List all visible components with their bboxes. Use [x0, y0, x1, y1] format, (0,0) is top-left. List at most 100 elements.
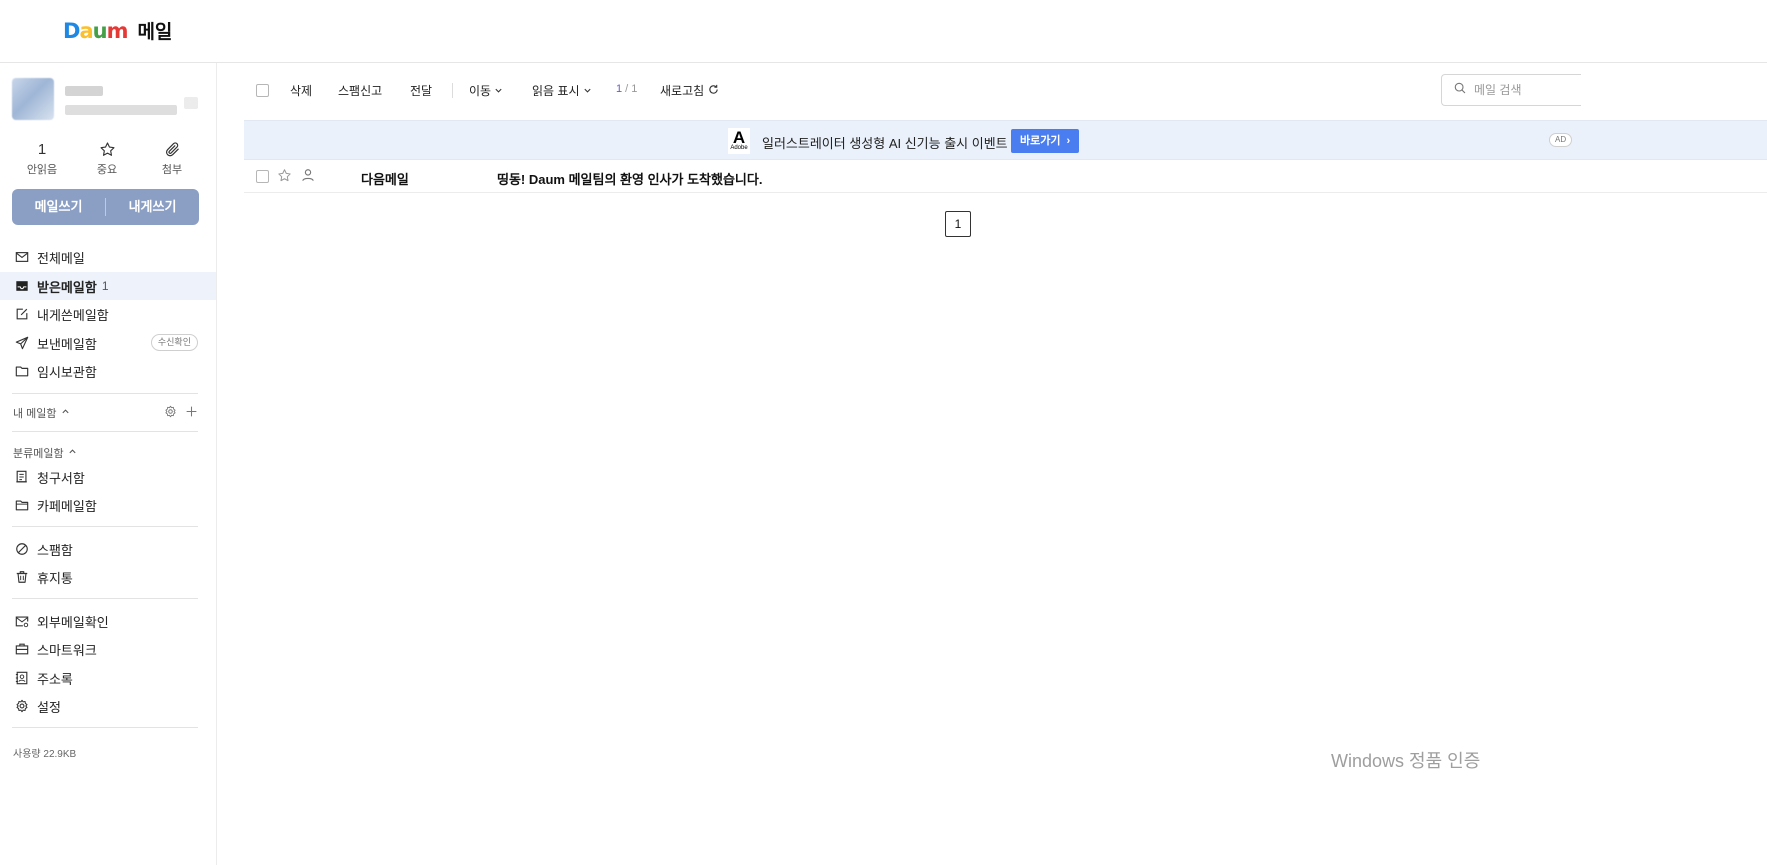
- trash-icon: [14, 569, 30, 585]
- sidebar-item-label: 내게쓴메일함: [37, 307, 109, 323]
- storage-usage: 사용량 22.9KB: [13, 749, 77, 760]
- ad-tag[interactable]: AD: [1549, 133, 1573, 147]
- write-to-self-button[interactable]: 내게쓰기: [106, 189, 199, 225]
- top-bar: Daum 메일: [0, 0, 1767, 63]
- sidebar-item-label: 카페메일함: [37, 498, 97, 514]
- chevron-right-icon: ›: [1066, 135, 1071, 147]
- page-total: 1: [631, 83, 638, 95]
- sidebar-item-bills[interactable]: 청구서함: [0, 463, 216, 491]
- quick-important[interactable]: 중요: [77, 141, 137, 181]
- star-icon[interactable]: [277, 168, 292, 188]
- mail-subject[interactable]: 띵동! Daum 메일팀의 환영 인사가 도착했습니다.: [497, 169, 762, 188]
- adobe-logo-letter: A: [732, 128, 746, 147]
- send-icon: [14, 335, 30, 351]
- quick-unread-label: 안읽음: [26, 164, 58, 176]
- ban-icon: [14, 541, 30, 557]
- my-mailbox-tools: [164, 405, 198, 423]
- app-title: 메일: [137, 22, 173, 43]
- sidebar-item-label: 받은메일함: [37, 279, 97, 295]
- sidebar-item-address-book[interactable]: 주소록: [0, 664, 216, 692]
- sidebar-item-label: 청구서함: [37, 470, 85, 486]
- my-mailbox-label: 내 메일함: [13, 408, 57, 420]
- sidebar-item-label: 주소록: [37, 671, 73, 687]
- refresh-button[interactable]: 새로고침: [660, 82, 719, 99]
- quick-filters: 1 안읽음 중요 첨부: [12, 141, 202, 181]
- envelope-icon: [14, 249, 30, 265]
- select-all-checkbox[interactable]: [256, 84, 269, 97]
- sidebar-item-label: 스팸함: [37, 542, 73, 558]
- add-mailbox-plus-icon[interactable]: [185, 405, 198, 423]
- chevron-down-icon: [583, 84, 592, 98]
- paperclip-icon: [142, 141, 202, 158]
- folder-icon: [14, 363, 30, 379]
- sidebar-item-external-mail[interactable]: 외부메일확인: [0, 607, 216, 635]
- sidebar-item-label: 휴지통: [37, 570, 73, 586]
- daum-logo[interactable]: Daum 메일: [63, 17, 172, 44]
- adobe-logo-text: Adobe: [730, 145, 748, 151]
- folder-icon: [14, 497, 30, 513]
- quick-unread[interactable]: 1 안읽음: [12, 141, 72, 181]
- avatar[interactable]: [12, 78, 54, 120]
- sidebar-item-self-mail[interactable]: 내게쓴메일함: [0, 300, 216, 328]
- sidebar-item-trash[interactable]: 휴지통: [0, 563, 216, 591]
- ad-go-label: 바로가기: [1020, 135, 1061, 147]
- sidebar-item-cafe-mail[interactable]: 카페메일함: [0, 491, 216, 519]
- search-input[interactable]: [1474, 83, 1574, 97]
- forward-button[interactable]: 전달: [410, 82, 432, 99]
- pagination-page-1[interactable]: 1: [945, 211, 971, 237]
- sidebar-item-inbox[interactable]: 받은메일함 1: [0, 272, 216, 300]
- mail-list-row[interactable]: 다음메일 띵동! Daum 메일팀의 환영 인사가 도착했습니다.: [244, 160, 1767, 193]
- ad-text[interactable]: 일러스트레이터 생성형 AI 신기능 출시 이벤트: [762, 133, 1008, 152]
- mail-sender: 다음메일: [361, 172, 409, 187]
- sidebar-divider: [12, 393, 198, 394]
- mark-read-dropdown[interactable]: 읽음 표시: [532, 82, 592, 99]
- write-mail-button[interactable]: 메일쓰기: [12, 189, 105, 225]
- profile-email-redacted: [65, 105, 177, 115]
- page-separator: /: [622, 83, 632, 95]
- category-mailbox-toggle[interactable]: 분류메일함: [13, 445, 77, 461]
- sidebar-divider: [12, 526, 198, 527]
- sidebar-item-label: 외부메일확인: [37, 614, 109, 630]
- windows-activation-watermark: Windows 정품 인증: [1331, 751, 1481, 771]
- spam-report-button[interactable]: 스팸신고: [338, 82, 382, 99]
- sidebar-item-spam[interactable]: 스팸함: [0, 535, 216, 563]
- compose-bar: 메일쓰기 내게쓰기: [12, 189, 199, 225]
- my-mailbox-toggle[interactable]: 내 메일함: [13, 405, 70, 421]
- sidebar-item-settings[interactable]: 설정: [0, 692, 216, 720]
- sidebar-item-label: 스마트워크: [37, 642, 97, 658]
- mailbox-settings-gear-icon[interactable]: [164, 405, 177, 423]
- daum-logo-mark: Daum: [63, 18, 128, 43]
- move-label: 이동: [469, 84, 492, 98]
- external-mail-icon: [14, 613, 30, 629]
- read-receipt-badge[interactable]: 수신확인: [150, 334, 198, 351]
- mark-read-label: 읽음 표시: [532, 84, 580, 98]
- delete-button[interactable]: 삭제: [290, 82, 312, 99]
- briefcase-icon: [14, 641, 30, 657]
- search-icon: [1454, 81, 1466, 99]
- mail-search-box[interactable]: [1441, 74, 1581, 106]
- sidebar-item-sent[interactable]: 보낸메일함 수신확인: [0, 329, 216, 357]
- toolbar-divider: [452, 83, 453, 98]
- chevron-up-icon: [68, 447, 77, 459]
- profile-badge[interactable]: [184, 97, 198, 109]
- move-dropdown[interactable]: 이동: [469, 82, 503, 99]
- sidebar-item-all-mail[interactable]: 전체메일: [0, 243, 216, 271]
- gear-icon: [14, 698, 30, 714]
- contact-book-icon: [14, 670, 30, 686]
- sidebar-item-label: 임시보관함: [37, 364, 97, 380]
- inbox-unread-count: 1: [101, 279, 109, 293]
- sidebar-item-drafts[interactable]: 임시보관함: [0, 357, 216, 385]
- ad-go-button[interactable]: 바로가기 ›: [1011, 129, 1080, 153]
- quick-attachment[interactable]: 첨부: [142, 141, 202, 181]
- category-mailbox-label: 분류메일함: [13, 448, 64, 460]
- person-icon[interactable]: [301, 168, 315, 187]
- profile-card[interactable]: [12, 78, 202, 123]
- sidebar-divider: [12, 727, 198, 728]
- ad-banner[interactable]: A Adobe 일러스트레이터 생성형 AI 신기능 출시 이벤트 바로가기 ›…: [244, 120, 1767, 160]
- sidebar-item-smartwork[interactable]: 스마트워크: [0, 635, 216, 663]
- inbox-icon: [14, 278, 30, 294]
- profile-name-redacted: [65, 86, 103, 96]
- mail-row-checkbox[interactable]: [256, 170, 269, 183]
- quick-important-label: 중요: [96, 164, 118, 176]
- sidebar-item-label: 설정: [37, 699, 61, 715]
